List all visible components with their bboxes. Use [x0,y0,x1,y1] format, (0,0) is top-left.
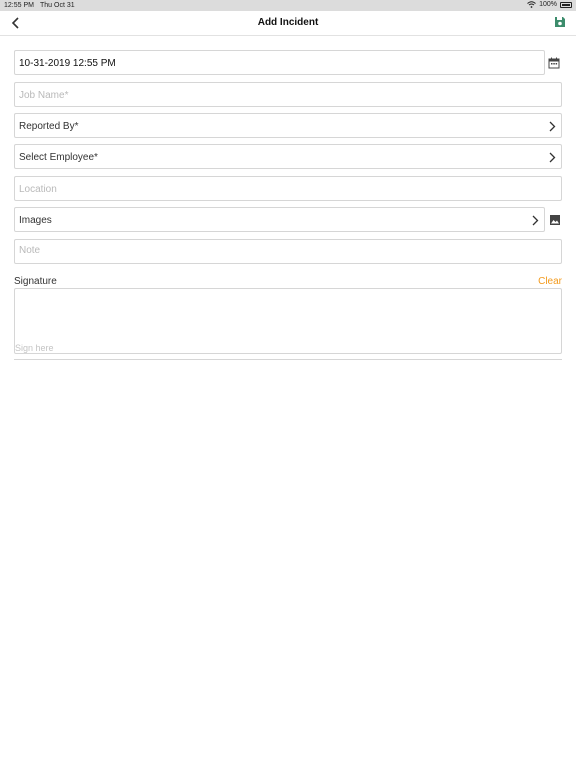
wifi-icon [527,1,536,8]
battery-percent: 100% [539,1,557,8]
signature-pad[interactable] [14,288,562,354]
signature-divider [14,359,562,360]
floppy-disk-icon[interactable] [554,16,566,28]
job-name-placeholder: Job Name* [19,90,69,101]
note-placeholder: Note [19,245,41,256]
calendar-icon[interactable] [548,57,560,69]
note-field[interactable]: Note [14,239,562,264]
page-title: Add Incident [257,17,319,28]
chevron-right-icon [549,152,556,163]
clear-signature-button[interactable]: Clear [538,276,562,287]
select-employee-label: Select Employee* [19,152,98,163]
location-placeholder: Location [19,184,57,195]
reported-by-label: Reported By* [19,121,79,132]
datetime-value: 10-31-2019 12:55 PM [19,58,116,69]
datetime-field[interactable]: 10-31-2019 12:55 PM [14,50,545,75]
select-employee-field[interactable]: Select Employee* [14,144,562,169]
nav-bar: Add Incident [0,11,576,36]
signature-label: Signature [14,276,57,287]
status-bar: 12:55 PM Thu Oct 31 100% [0,0,576,11]
job-name-field[interactable]: Job Name* [14,82,562,107]
battery-icon [560,1,572,8]
sign-here-hint: Sign here [15,343,54,353]
chevron-right-icon [549,121,556,132]
images-label: Images [19,215,52,226]
location-field[interactable]: Location [14,176,562,201]
reported-by-field[interactable]: Reported By* [14,113,562,138]
status-date: Thu Oct 31 [40,2,75,9]
image-gallery-icon[interactable] [549,214,561,226]
status-right: 100% [527,1,572,8]
status-time: 12:55 PM [4,2,34,9]
chevron-right-icon [532,215,539,226]
images-field[interactable]: Images [14,207,545,232]
